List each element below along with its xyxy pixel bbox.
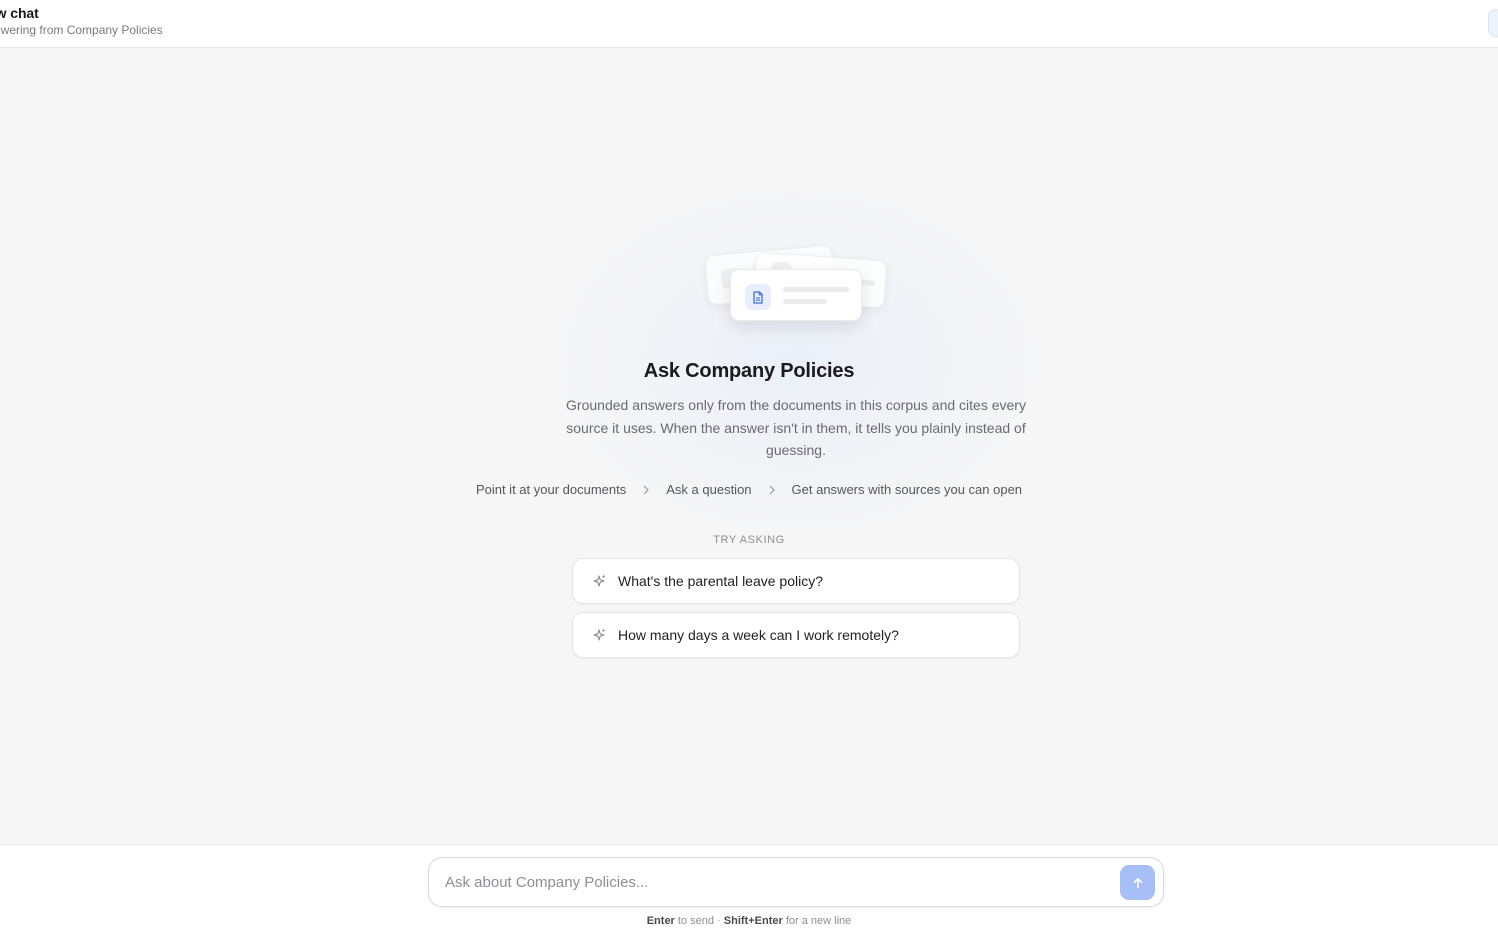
suggestion-remote-work[interactable]: How many days a week can I work remotely… (572, 612, 1020, 658)
step-get-answers: Get answers with sources you can open (791, 482, 1023, 497)
hint-key-enter: Enter (646, 915, 675, 927)
message-composer (428, 857, 1164, 907)
step-ask-question: Ask a question (666, 482, 752, 497)
send-button[interactable] (1120, 865, 1155, 900)
suggestion-parental-leave[interactable]: What's the parental leave policy? (572, 558, 1020, 604)
empty-state-description: Grounded answers only from the documents… (566, 397, 1026, 458)
hint-key-shift-enter: Shift+Enter (723, 915, 783, 927)
hint-send-text: to send · (677, 915, 721, 927)
composer-footer: Enter to send · Shift+Enter for a new li… (0, 844, 1498, 936)
step-point-documents: Point it at your documents (475, 482, 627, 497)
chat-subtitle: nswering from Company Policies (0, 23, 163, 37)
hint-newline-text: for a new line (785, 915, 852, 927)
chevron-right-icon (641, 485, 651, 495)
document-icon (745, 284, 771, 310)
header-action-button[interactable] (1488, 9, 1498, 37)
chat-title: ew chat (0, 5, 39, 21)
suggestion-text: What's the parental leave policy? (618, 573, 824, 589)
empty-state-title: Ask Company Policies (643, 360, 855, 382)
sparkle-icon (591, 627, 607, 643)
chat-header: ew chat nswering from Company Policies (0, 0, 1498, 48)
how-it-works-steps: Point it at your documents Ask a questio… (0, 482, 1498, 497)
try-asking-label: TRY ASKING (713, 534, 785, 546)
documents-illustration (700, 236, 896, 332)
sparkle-icon (591, 573, 607, 589)
chevron-right-icon (767, 485, 777, 495)
keyboard-hint: Enter to send · Shift+Enter for a new li… (0, 915, 1498, 927)
arrow-up-icon (1132, 877, 1144, 889)
placeholder-line (783, 287, 849, 292)
suggestion-text: How many days a week can I work remotely… (618, 627, 899, 643)
illustration-card-front (730, 269, 862, 321)
placeholder-line (783, 299, 827, 304)
message-input[interactable] (445, 858, 1105, 906)
